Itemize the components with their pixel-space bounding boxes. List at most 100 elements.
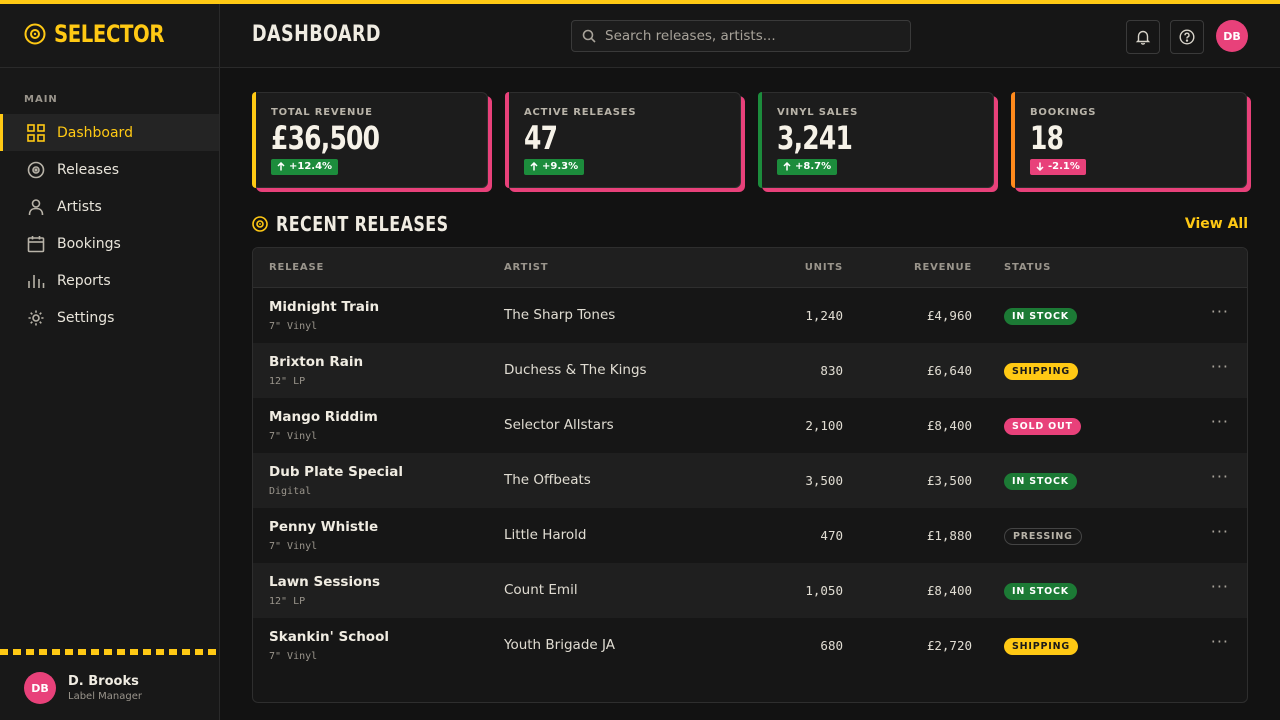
release-title: Brixton Rain — [269, 354, 364, 370]
record-icon — [252, 216, 268, 232]
release-revenue: £8,400 — [926, 583, 972, 598]
release-title: Skankin' School — [269, 629, 389, 645]
sidebar-item-label: Artists — [57, 198, 102, 215]
stat-value: 18 — [1030, 119, 1064, 157]
stat-card-total-revenue: TOTAL REVENUE £36,500 +12.4% — [252, 92, 488, 188]
stat-value: 47 — [524, 119, 558, 157]
stat-card-vinyl-sales: VINYL SALES 3,241 +8.7% — [758, 92, 994, 188]
status-badge: IN STOCK — [1004, 308, 1077, 325]
sidebar-item-artists[interactable]: Artists — [0, 188, 219, 225]
nav-section-label: MAIN — [24, 94, 58, 105]
table-header: RELEASE ARTIST UNITS REVENUE STATUS — [253, 248, 1247, 288]
release-units: 2,100 — [805, 418, 843, 433]
avatar: DB — [24, 672, 56, 704]
view-all-link[interactable]: View All — [1185, 216, 1248, 232]
release-format: 7" Vinyl — [269, 651, 318, 662]
release-artist: Little Harold — [504, 527, 587, 543]
stat-label: BOOKINGS — [1030, 107, 1097, 118]
section-title: RECENT RELEASES — [276, 212, 449, 236]
status-badge: SOLD OUT — [1004, 418, 1081, 435]
stat-delta-badge: +12.4% — [271, 158, 339, 175]
page-title: DASHBOARD — [252, 22, 381, 47]
stat-delta-badge: +9.3% — [524, 158, 585, 175]
release-artist: Duchess & The Kings — [504, 362, 647, 378]
header-avatar[interactable]: DB — [1216, 20, 1248, 52]
column-header-release[interactable]: RELEASE — [269, 262, 324, 273]
sidebar-item-settings[interactable]: Settings — [0, 299, 219, 336]
stat-value: £36,500 — [271, 119, 380, 157]
status-badge: PRESSING — [1004, 528, 1082, 545]
releases-table: RELEASE ARTIST UNITS REVENUE STATUS Midn… — [252, 247, 1248, 703]
release-title: Dub Plate Special — [269, 464, 404, 480]
release-artist: Youth Brigade JA — [504, 637, 615, 653]
sidebar-item-label: Settings — [57, 309, 115, 326]
table-row[interactable]: Penny Whistle 7" Vinyl Little Harold 470 £1,… — [253, 508, 1247, 563]
release-units: 830 — [820, 363, 843, 378]
help-icon — [1179, 29, 1195, 45]
table-row[interactable]: Brixton Rain 12" LP Duchess & The Kings 830… — [253, 343, 1247, 398]
sidebar-item-releases[interactable]: Releases — [0, 151, 219, 188]
stat-value: 3,241 — [777, 119, 853, 157]
release-units: 680 — [820, 638, 843, 653]
sidebar-item-dashboard[interactable]: Dashboard — [0, 114, 219, 151]
table-row[interactable]: Mango Riddim 7" Vinyl Selector Allstars 2,1… — [253, 398, 1247, 453]
more-options-icon[interactable]: ··· — [1211, 522, 1229, 541]
more-options-icon[interactable]: ··· — [1211, 412, 1229, 431]
release-format: 7" Vinyl — [269, 541, 318, 552]
user-profile[interactable]: DB D. Brooks Label Manager — [24, 672, 142, 704]
table-row[interactable]: Midnight Train 7" Vinyl The Sharp Tones 1,2… — [253, 288, 1247, 343]
search-icon — [582, 29, 596, 43]
calendar-icon — [27, 235, 45, 252]
release-revenue: £1,880 — [926, 528, 972, 543]
release-title: Midnight Train — [269, 299, 380, 315]
person-icon — [28, 198, 44, 215]
status-badge: SHIPPING — [1004, 363, 1078, 380]
more-options-icon[interactable]: ··· — [1211, 632, 1229, 651]
dashed-divider — [0, 649, 220, 655]
search-input[interactable] — [605, 28, 885, 44]
brand-name: SELECTOR — [54, 19, 165, 48]
table-row[interactable]: Lawn Sessions 12" LP Count Emil 1,050 £8,400… — [253, 563, 1247, 618]
arrow-up-icon — [783, 162, 791, 171]
help-button[interactable] — [1170, 20, 1204, 54]
stat-label: VINYL SALES — [777, 107, 859, 118]
table-row[interactable]: Skankin' School 7" Vinyl Youth Brigade JA 6… — [253, 618, 1247, 673]
column-header-revenue[interactable]: REVENUE — [914, 262, 972, 273]
stat-delta-badge: -2.1% — [1030, 158, 1086, 175]
arrow-down-icon — [1036, 162, 1044, 171]
more-options-icon[interactable]: ··· — [1211, 357, 1229, 376]
column-header-status[interactable]: STATUS — [1004, 262, 1051, 273]
notifications-button[interactable] — [1126, 20, 1160, 54]
sidebar-item-label: Bookings — [57, 235, 121, 252]
sidebar-item-bookings[interactable]: Bookings — [0, 225, 219, 262]
release-format: 12" LP — [269, 596, 306, 607]
release-revenue: £3,500 — [926, 473, 972, 488]
release-units: 3,500 — [805, 473, 843, 488]
brand[interactable]: SELECTOR — [0, 0, 219, 68]
top-header: DASHBOARD DB — [220, 4, 1280, 68]
release-title: Mango Riddim — [269, 409, 378, 425]
search-box[interactable] — [571, 20, 911, 52]
status-badge: IN STOCK — [1004, 473, 1077, 490]
more-options-icon[interactable]: ··· — [1211, 577, 1229, 596]
status-badge: SHIPPING — [1004, 638, 1078, 655]
bar-chart-icon — [28, 274, 45, 288]
stat-label: ACTIVE RELEASES — [524, 107, 637, 118]
recent-releases-header: RECENT RELEASES View All — [252, 210, 1248, 238]
release-format: 12" LP — [269, 376, 306, 387]
record-logo-icon — [24, 23, 46, 44]
table-body: Midnight Train 7" Vinyl The Sharp Tones 1,2… — [253, 288, 1247, 673]
column-header-units[interactable]: UNITS — [805, 262, 843, 273]
sidebar-item-reports[interactable]: Reports — [0, 262, 219, 299]
more-options-icon[interactable]: ··· — [1211, 302, 1229, 321]
release-title: Lawn Sessions — [269, 574, 380, 590]
release-artist: The Offbeats — [504, 472, 591, 488]
column-header-artist[interactable]: ARTIST — [504, 262, 548, 273]
release-title: Penny Whistle — [269, 519, 379, 535]
more-options-icon[interactable]: ··· — [1211, 467, 1229, 486]
arrow-up-icon — [277, 162, 285, 171]
top-accent-stripe — [0, 0, 1280, 4]
release-units: 1,240 — [805, 308, 843, 323]
status-badge: IN STOCK — [1004, 583, 1077, 600]
table-row[interactable]: Dub Plate Special Digital The Offbeats 3,50… — [253, 453, 1247, 508]
